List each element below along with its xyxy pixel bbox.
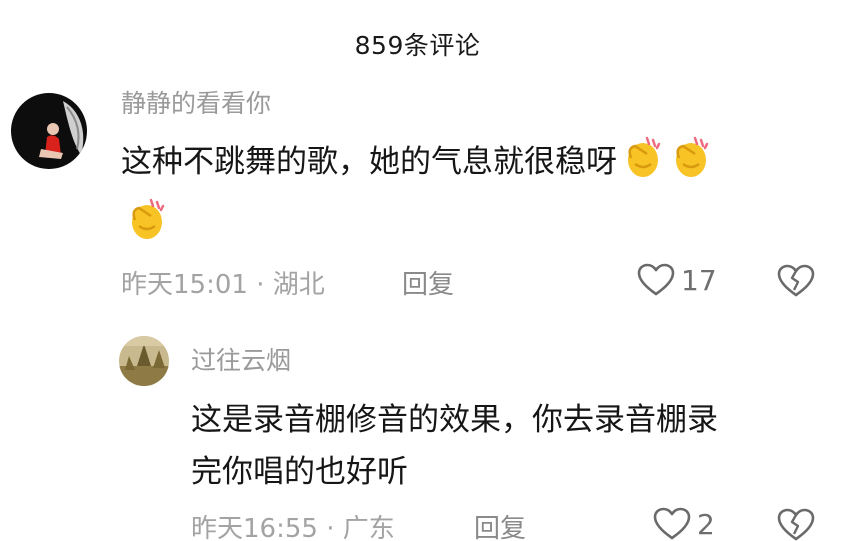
heart-icon <box>653 507 691 540</box>
clapping-hands-icon <box>121 196 169 258</box>
reply-button[interactable]: 回复 <box>474 508 526 541</box>
broken-heart-icon <box>777 508 815 541</box>
comment-text-line: 完你唱的也好听 <box>191 454 408 490</box>
avatar[interactable] <box>11 93 87 169</box>
dislike-button[interactable] <box>777 264 815 302</box>
comment-text: 这是录音棚修音的效果，你去录音棚录 完你唱的也好听 <box>191 394 718 498</box>
like-count: 17 <box>681 263 717 297</box>
heart-icon <box>637 263 675 296</box>
comment-author[interactable]: 静静的看看你 <box>121 84 271 114</box>
dislike-button[interactable] <box>777 508 815 541</box>
reply-button[interactable]: 回复 <box>402 264 454 301</box>
clapping-hands-icon <box>617 134 665 196</box>
user-avatar-image <box>119 336 169 386</box>
comment-count-title: 859条评论 <box>354 31 481 60</box>
like-button[interactable]: 17 <box>637 263 717 297</box>
clapping-hands-icon <box>665 134 713 196</box>
comment-text: 这种不跳舞的歌，她的气息就很稳呀 <box>121 134 831 258</box>
like-button[interactable]: 2 <box>653 507 715 541</box>
user-avatar-image <box>11 93 87 169</box>
comment-timestamp-location: 昨天16:55 · 广东 <box>191 514 395 541</box>
comment-text-line: 这种不跳舞的歌，她的气息就很稳呀 <box>121 144 617 180</box>
like-count: 2 <box>697 507 715 541</box>
comment-author[interactable]: 过往云烟 <box>191 341 291 377</box>
comments-header: 859条评论 <box>0 0 843 88</box>
avatar[interactable] <box>119 336 169 386</box>
comment-text-line: 这是录音棚修音的效果，你去录音棚录 <box>191 402 718 438</box>
comment-timestamp-location: 昨天15:01 · 湖北 <box>121 270 325 300</box>
broken-heart-icon <box>777 264 815 297</box>
